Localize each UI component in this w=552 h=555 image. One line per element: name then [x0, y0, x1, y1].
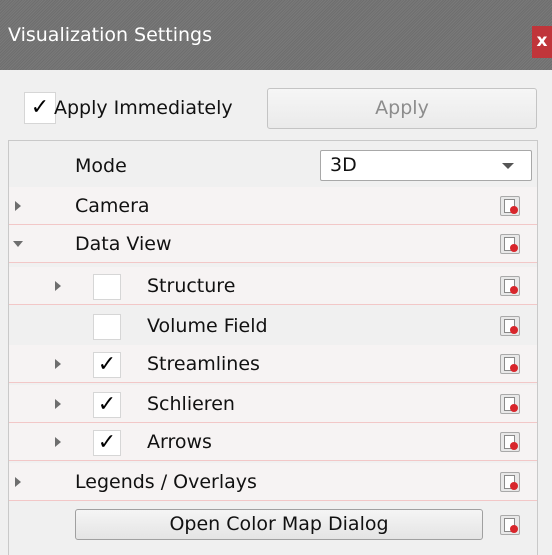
close-button[interactable]: x	[532, 26, 552, 58]
reset-color-map-icon[interactable]	[500, 515, 520, 535]
tree-row-data-view[interactable]: Data View	[9, 225, 537, 263]
camera-label: Camera	[75, 195, 150, 217]
structure-label: Structure	[147, 275, 236, 297]
chevron-right-icon[interactable]	[55, 437, 61, 447]
apply-immediately-checkbox[interactable]: ✓	[24, 92, 56, 124]
chevron-down-icon[interactable]	[13, 241, 23, 247]
reset-schlieren-icon[interactable]	[500, 394, 520, 414]
window-title: Visualization Settings	[8, 24, 212, 46]
open-color-map-dialog-button[interactable]: Open Color Map Dialog	[75, 509, 483, 540]
reset-volume-field-icon[interactable]	[500, 316, 520, 336]
chevron-right-icon[interactable]	[55, 359, 61, 369]
volume-field-checkbox[interactable]	[93, 314, 121, 340]
reset-camera-icon[interactable]	[500, 196, 520, 216]
tree-row-schlieren[interactable]: ✓ Schlieren	[9, 385, 537, 423]
tree-row-camera[interactable]: Camera	[9, 187, 537, 225]
tree-row-legends-overlays[interactable]: Legends / Overlays	[9, 463, 537, 501]
streamlines-checkbox[interactable]: ✓	[93, 352, 121, 378]
tree-row-structure[interactable]: Structure	[9, 267, 537, 305]
reset-legends-overlays-icon[interactable]	[500, 472, 520, 492]
arrows-checkbox[interactable]: ✓	[93, 430, 121, 456]
tree-row-arrows[interactable]: ✓ Arrows	[9, 423, 537, 461]
tree-row-mode: Mode 3D	[9, 145, 537, 187]
streamlines-label: Streamlines	[147, 353, 260, 375]
chevron-right-icon[interactable]	[55, 399, 61, 409]
mode-select[interactable]: 3D	[320, 150, 532, 181]
settings-tree: Mode 3D Camera Data View Structure Volum…	[8, 140, 538, 555]
arrows-label: Arrows	[147, 431, 212, 453]
schlieren-label: Schlieren	[147, 393, 235, 415]
volume-field-label: Volume Field	[147, 315, 268, 337]
mode-select-value: 3D	[330, 154, 357, 176]
reset-data-view-icon[interactable]	[500, 234, 520, 254]
chevron-right-icon[interactable]	[15, 477, 21, 487]
mode-label: Mode	[75, 155, 127, 177]
tree-row-streamlines[interactable]: ✓ Streamlines	[9, 345, 537, 383]
visualization-settings-panel: Visualization Settings x ✓ Apply Immedia…	[0, 0, 552, 555]
apply-button[interactable]: Apply	[267, 88, 537, 129]
structure-checkbox[interactable]	[93, 274, 121, 300]
title-bar[interactable]: Visualization Settings x	[0, 0, 552, 70]
chevron-right-icon[interactable]	[15, 201, 21, 211]
apply-immediately-label: Apply Immediately	[54, 97, 233, 119]
chevron-down-icon	[502, 163, 514, 169]
legends-overlays-label: Legends / Overlays	[75, 471, 257, 493]
reset-streamlines-icon[interactable]	[500, 354, 520, 374]
reset-structure-icon[interactable]	[500, 276, 520, 296]
chevron-right-icon[interactable]	[55, 281, 61, 291]
schlieren-checkbox[interactable]: ✓	[93, 392, 121, 418]
tree-row-volume-field[interactable]: Volume Field	[9, 307, 537, 345]
reset-arrows-icon[interactable]	[500, 432, 520, 452]
data-view-label: Data View	[75, 233, 172, 255]
